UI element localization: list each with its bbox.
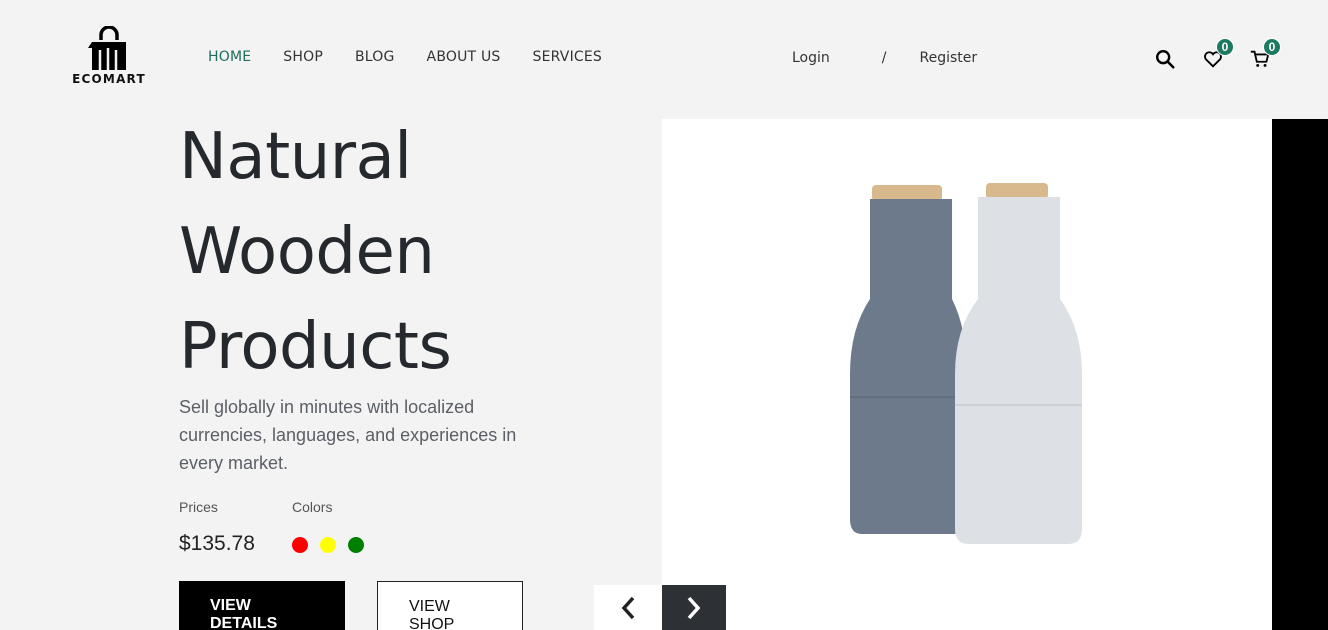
site-header: ECOMART HOME SHOP BLOG ABOUT US SERVICES… (0, 0, 1328, 118)
nav-about-us[interactable]: ABOUT US (427, 49, 501, 65)
view-details-button[interactable]: VIEW DETAILS (179, 581, 345, 630)
chevron-left-icon (621, 596, 635, 619)
shopping-bag-logo-icon (88, 26, 126, 70)
grinder-bottles-image (850, 183, 1082, 544)
slider-next-button[interactable] (662, 585, 726, 630)
color-swatch-green[interactable] (348, 537, 364, 553)
color-swatches (292, 537, 405, 553)
prices-label: Prices (179, 499, 218, 515)
hero-buttons: VIEW DETAILS VIEW SHOP (179, 581, 523, 630)
register-link[interactable]: Register (920, 50, 978, 66)
wishlist-button[interactable]: 0 (1202, 38, 1234, 72)
product-price: $135.78 (179, 532, 255, 555)
header-icons: 0 0 (1152, 38, 1292, 74)
brand-logo[interactable]: ECOMART (70, 26, 148, 86)
slider-prev-button[interactable] (594, 585, 662, 630)
hero-title-line-2: Wooden (179, 215, 435, 289)
login-link[interactable]: Login (792, 50, 830, 66)
auth-separator: / (881, 50, 887, 66)
hero-title: Natural Wooden Products (179, 110, 579, 395)
wishlist-count-badge: 0 (1216, 38, 1234, 56)
main-nav: HOME SHOP BLOG ABOUT US SERVICES (208, 49, 602, 65)
brand-name: ECOMART (72, 72, 146, 86)
product-image (662, 119, 1272, 630)
hero-title-line-3: Products (179, 310, 452, 384)
search-button[interactable] (1154, 48, 1178, 72)
cart-button[interactable]: 0 (1249, 38, 1281, 72)
hero-title-line-1: Natural (179, 120, 412, 194)
search-icon (1156, 50, 1175, 69)
colors-block: Colors (292, 499, 405, 556)
color-swatch-yellow[interactable] (320, 537, 336, 553)
cart-count-badge: 0 (1263, 38, 1281, 56)
nav-shop[interactable]: SHOP (283, 49, 323, 65)
nav-home[interactable]: HOME (208, 49, 251, 65)
auth-links: Login / Register (792, 50, 977, 66)
right-edge-strip (1272, 119, 1328, 630)
product-meta: Prices $135.78 Colors (179, 499, 579, 556)
chevron-right-icon (687, 596, 701, 619)
hero-content: Natural Wooden Products Sell globally in… (179, 110, 579, 556)
color-swatch-red[interactable] (292, 537, 308, 553)
colors-label: Colors (292, 499, 333, 515)
hero-description: Sell globally in minutes with localized … (179, 397, 517, 473)
nav-services[interactable]: SERVICES (533, 49, 603, 65)
nav-blog[interactable]: BLOG (355, 49, 395, 65)
price-block: Prices $135.78 (179, 499, 292, 556)
view-shop-button[interactable]: VIEW SHOP (377, 581, 523, 630)
